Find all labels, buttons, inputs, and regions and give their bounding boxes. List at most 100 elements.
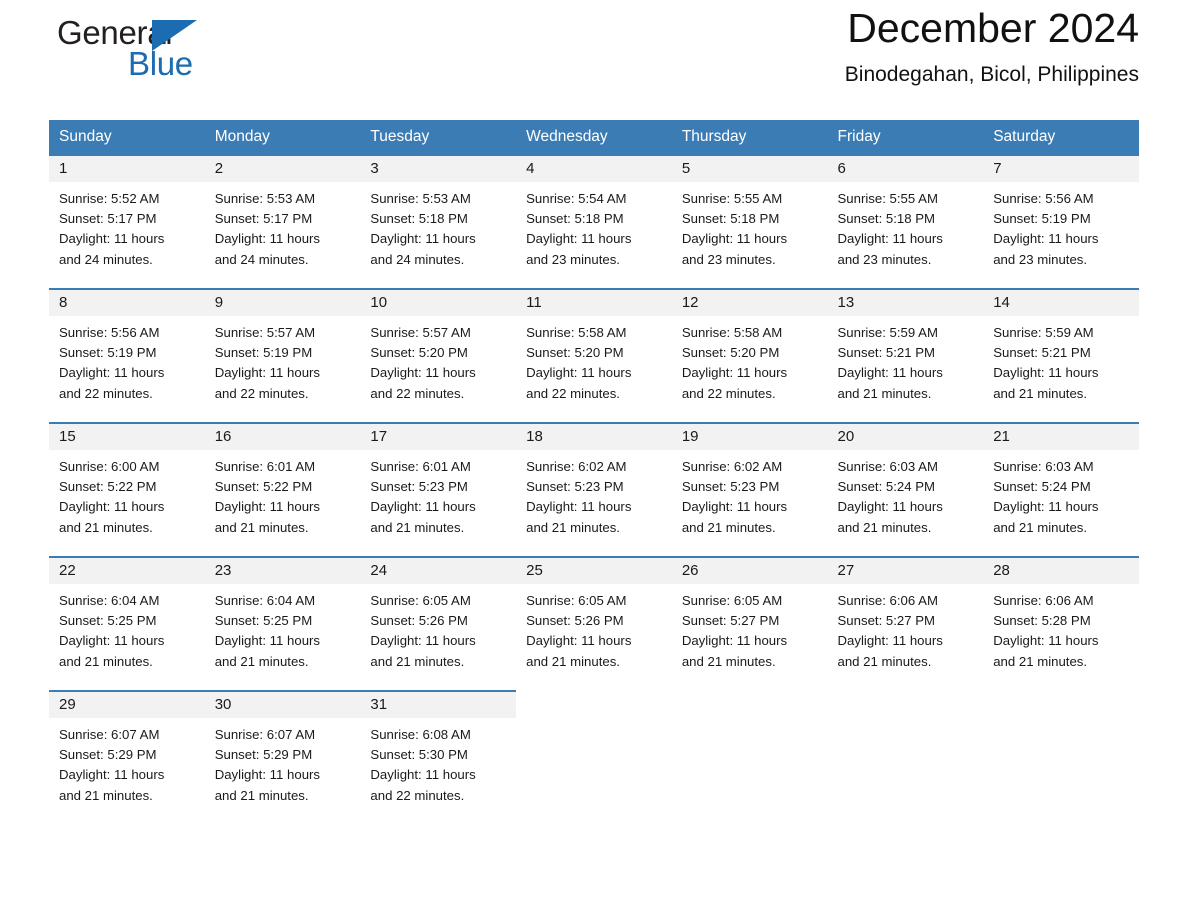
calendar-week-row: 15 Sunrise: 6:00 AM Sunset: 5:22 PM Dayligh…	[49, 422, 1139, 556]
calendar-day-cell[interactable]: 22 Sunrise: 6:04 AM Sunset: 5:25 PM Dayligh…	[49, 556, 205, 690]
day-details: Sunrise: 6:03 AM Sunset: 5:24 PM Daylight:…	[983, 450, 1139, 538]
daylight-text-line1: Daylight: 11 hours	[526, 365, 632, 381]
daylight-text-line1: Daylight: 11 hours	[993, 499, 1099, 515]
calendar-day-cell[interactable]: 19 Sunrise: 6:02 AM Sunset: 5:23 PM Dayligh…	[671, 422, 828, 556]
calendar-day-cell[interactable]: 3 Sunrise: 5:53 AM Sunset: 5:18 PM Daylight…	[360, 154, 517, 288]
daylight-text-line2: and 22 minutes.	[214, 385, 309, 401]
day-details: Sunrise: 6:06 AM Sunset: 5:27 PM Daylight:…	[828, 584, 984, 672]
day-number: 12	[671, 290, 828, 316]
day-details: Sunrise: 5:55 AM Sunset: 5:18 PM Daylight:…	[672, 182, 828, 270]
day-details: Sunrise: 6:07 AM Sunset: 5:29 PM Daylight:…	[49, 718, 205, 806]
calendar-day-cell[interactable]: 5 Sunrise: 5:55 AM Sunset: 5:18 PM Daylight…	[671, 154, 828, 288]
calendar-day-cell[interactable]: 12 Sunrise: 5:58 AM Sunset: 5:20 PM Dayligh…	[671, 288, 828, 422]
calendar-day-cell[interactable]: 25 Sunrise: 6:05 AM Sunset: 5:26 PM Dayligh…	[516, 556, 672, 690]
sunrise-text: Sunrise: 5:56 AM	[993, 191, 1094, 206]
weekday-header-thursday: Thursday	[671, 120, 828, 154]
weekday-header-tuesday: Tuesday	[360, 120, 517, 154]
day-number: 8	[49, 290, 205, 316]
sunset-text: Sunset: 5:21 PM	[837, 345, 936, 361]
weekday-header-sunday: Sunday	[49, 120, 205, 154]
sunset-text: Sunset: 5:20 PM	[526, 345, 624, 361]
calendar-day-cell[interactable]: 7 Sunrise: 5:56 AM Sunset: 5:19 PM Daylight…	[983, 154, 1139, 288]
day-number: 14	[983, 290, 1139, 316]
daylight-text-line1: Daylight: 11 hours	[214, 767, 321, 783]
calendar-day-cell[interactable]: 30 Sunrise: 6:07 AM Sunset: 5:29 PM Dayligh…	[204, 690, 361, 824]
calendar-day-cell[interactable]: 2 Sunrise: 5:53 AM Sunset: 5:17 PM Daylight…	[204, 154, 361, 288]
daylight-text-line2: and 22 minutes.	[370, 787, 465, 803]
calendar-day-cell[interactable]: 8 Sunrise: 5:56 AM Sunset: 5:19 PM Daylight…	[49, 288, 205, 422]
daylight-text-line1: Daylight: 11 hours	[370, 767, 476, 783]
sunrise-text: Sunrise: 6:07 AM	[59, 727, 160, 742]
calendar-day-cell[interactable]: 29 Sunrise: 6:07 AM Sunset: 5:29 PM Dayligh…	[49, 690, 205, 824]
day-number: 24	[360, 558, 517, 584]
day-number: 11	[516, 290, 672, 316]
day-number: 25	[516, 558, 672, 584]
calendar-day-cell-empty	[672, 690, 828, 824]
day-number: 9	[204, 290, 361, 316]
calendar-day-cell[interactable]: 11 Sunrise: 5:58 AM Sunset: 5:20 PM Dayligh…	[516, 288, 672, 422]
sunset-text: Sunset: 5:18 PM	[681, 211, 780, 227]
sunrise-text: Sunrise: 5:56 AM	[59, 325, 160, 340]
day-number: 29	[49, 692, 205, 718]
calendar-day-cell[interactable]: 10 Sunrise: 5:57 AM Sunset: 5:20 PM Dayligh…	[360, 288, 517, 422]
calendar-day-cell[interactable]: 6 Sunrise: 5:55 AM Sunset: 5:18 PM Daylight…	[827, 154, 984, 288]
sunrise-text: Sunrise: 6:04 AM	[59, 593, 160, 608]
sunrise-text: Sunrise: 6:06 AM	[993, 593, 1094, 608]
title-block: December 2024 Binodegahan, Bicol, Philip…	[845, 0, 1139, 87]
daylight-text-line1: Daylight: 11 hours	[59, 231, 165, 247]
sunset-text: Sunset: 5:24 PM	[993, 479, 1091, 495]
daylight-text-line1: Daylight: 11 hours	[59, 365, 165, 381]
daylight-text-line2: and 23 minutes.	[681, 251, 776, 267]
sunrise-text: Sunrise: 6:04 AM	[214, 593, 316, 608]
calendar-day-cell[interactable]: 18 Sunrise: 6:02 AM Sunset: 5:23 PM Dayligh…	[516, 422, 672, 556]
page-title: December 2024	[847, 5, 1139, 51]
daylight-text-line2: and 22 minutes.	[526, 385, 620, 401]
sunrise-text: Sunrise: 6:00 AM	[59, 459, 160, 474]
daylight-text-line2: and 21 minutes.	[993, 653, 1088, 669]
sunset-text: Sunset: 5:29 PM	[214, 747, 313, 763]
calendar-day-cell[interactable]: 27 Sunrise: 6:06 AM Sunset: 5:27 PM Dayligh…	[827, 556, 984, 690]
calendar-day-cell[interactable]: 15 Sunrise: 6:00 AM Sunset: 5:22 PM Dayligh…	[49, 422, 205, 556]
sunrise-text: Sunrise: 5:58 AM	[681, 325, 783, 340]
day-details: Sunrise: 5:53 AM Sunset: 5:18 PM Daylight:…	[360, 182, 516, 270]
daylight-text-line2: and 22 minutes.	[681, 385, 776, 401]
calendar-day-cell[interactable]: 13 Sunrise: 5:59 AM Sunset: 5:21 PM Dayligh…	[827, 288, 984, 422]
sunrise-text: Sunrise: 5:58 AM	[526, 325, 627, 340]
weekday-header-monday: Monday	[204, 120, 361, 154]
day-number: 17	[360, 424, 517, 450]
sunrise-text: Sunrise: 6:06 AM	[837, 593, 938, 608]
daylight-text-line2: and 21 minutes.	[681, 653, 776, 669]
calendar-day-cell[interactable]: 21 Sunrise: 6:03 AM Sunset: 5:24 PM Dayligh…	[983, 422, 1139, 556]
daylight-text-line2: and 21 minutes.	[59, 519, 153, 535]
day-number: 15	[49, 424, 205, 450]
calendar-day-cell[interactable]: 28 Sunrise: 6:06 AM Sunset: 5:28 PM Dayligh…	[983, 556, 1139, 690]
calendar-day-cell[interactable]: 1 Sunrise: 5:52 AM Sunset: 5:17 PM Daylight…	[49, 154, 205, 288]
calendar-day-cell[interactable]: 17 Sunrise: 6:01 AM Sunset: 5:23 PM Dayligh…	[360, 422, 517, 556]
calendar-day-cell[interactable]: 31 Sunrise: 6:08 AM Sunset: 5:30 PM Dayligh…	[360, 690, 517, 824]
calendar-day-cell[interactable]: 24 Sunrise: 6:05 AM Sunset: 5:26 PM Dayligh…	[360, 556, 517, 690]
sunrise-text: Sunrise: 6:07 AM	[214, 727, 316, 742]
daylight-text-line2: and 21 minutes.	[681, 519, 776, 535]
calendar-day-cell[interactable]: 23 Sunrise: 6:04 AM Sunset: 5:25 PM Dayligh…	[204, 556, 361, 690]
sunset-text: Sunset: 5:24 PM	[837, 479, 936, 495]
calendar-day-cell[interactable]: 20 Sunrise: 6:03 AM Sunset: 5:24 PM Dayligh…	[827, 422, 984, 556]
sunrise-text: Sunrise: 6:08 AM	[370, 727, 471, 742]
daylight-text-line1: Daylight: 11 hours	[214, 499, 321, 515]
daylight-text-line2: and 24 minutes.	[59, 251, 153, 267]
daylight-text-line1: Daylight: 11 hours	[837, 231, 943, 247]
calendar-day-cell[interactable]: 16 Sunrise: 6:01 AM Sunset: 5:22 PM Dayligh…	[204, 422, 361, 556]
daylight-text-line2: and 21 minutes.	[59, 787, 153, 803]
sunset-text: Sunset: 5:20 PM	[681, 345, 780, 361]
calendar-day-cell[interactable]: 9 Sunrise: 5:57 AM Sunset: 5:19 PM Daylight…	[204, 288, 361, 422]
calendar-day-cell[interactable]: 4 Sunrise: 5:54 AM Sunset: 5:18 PM Daylight…	[516, 154, 672, 288]
daylight-text-line1: Daylight: 11 hours	[214, 231, 321, 247]
sunset-text: Sunset: 5:22 PM	[59, 479, 157, 495]
day-details: Sunrise: 5:57 AM Sunset: 5:19 PM Daylight:…	[205, 316, 361, 404]
daylight-text-line1: Daylight: 11 hours	[993, 231, 1099, 247]
daylight-text-line1: Daylight: 11 hours	[370, 365, 476, 381]
sunrise-text: Sunrise: 5:59 AM	[993, 325, 1094, 340]
calendar-day-cell[interactable]: 26 Sunrise: 6:05 AM Sunset: 5:27 PM Dayligh…	[671, 556, 828, 690]
calendar-day-cell[interactable]: 14 Sunrise: 5:59 AM Sunset: 5:21 PM Dayligh…	[983, 288, 1139, 422]
daylight-text-line1: Daylight: 11 hours	[837, 499, 943, 515]
sunset-text: Sunset: 5:22 PM	[214, 479, 313, 495]
